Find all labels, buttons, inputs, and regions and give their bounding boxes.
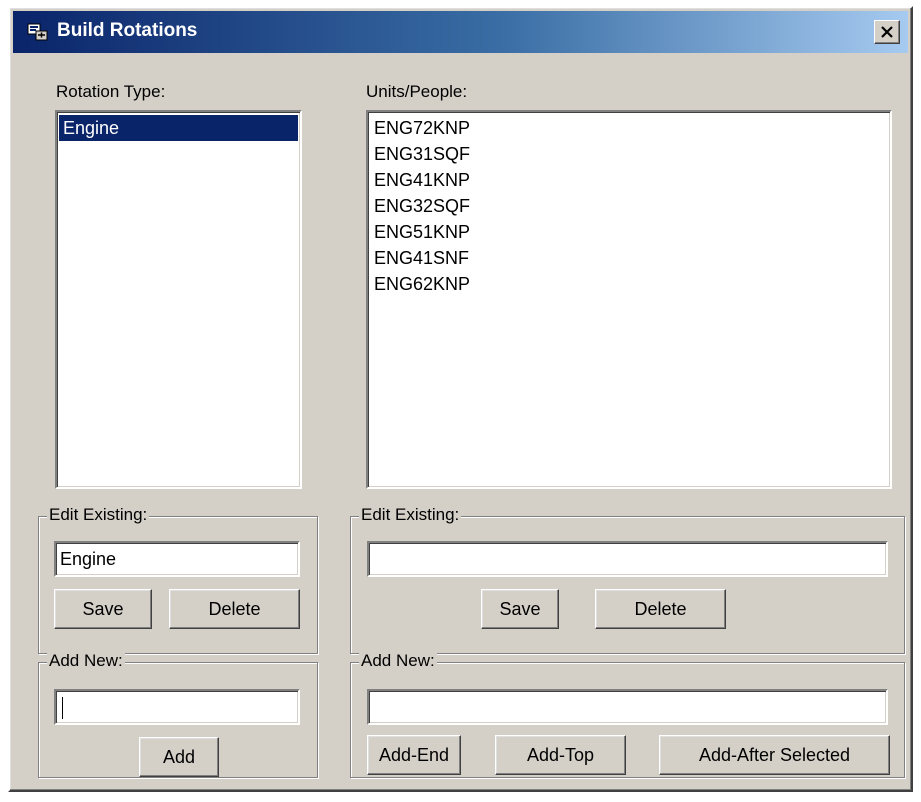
- list-item[interactable]: Engine: [59, 115, 298, 141]
- left-add-new-group: Add New: Add: [38, 651, 318, 778]
- build-rotations-dialog: Build Rotations Rotation Type: Engine Ed…: [8, 6, 913, 792]
- list-item[interactable]: ENG41SNF: [370, 245, 888, 271]
- unit-edit-field[interactable]: [367, 541, 888, 577]
- right-edit-existing-group: Edit Existing: Save Delete: [350, 505, 905, 654]
- rotation-type-edit-field[interactable]: [54, 541, 300, 577]
- group-legend: Edit Existing:: [47, 505, 150, 525]
- close-button[interactable]: [874, 20, 900, 44]
- rotation-type-save-button[interactable]: Save: [54, 589, 152, 629]
- list-item[interactable]: ENG72KNP: [370, 115, 888, 141]
- close-icon: [881, 26, 893, 38]
- list-item[interactable]: ENG31SQF: [370, 141, 888, 167]
- group-legend: Add New:: [359, 651, 437, 671]
- rotation-type-add-field[interactable]: [54, 689, 300, 725]
- text-caret: [62, 697, 63, 719]
- unit-save-button[interactable]: Save: [481, 589, 559, 629]
- unit-add-field[interactable]: [367, 689, 888, 725]
- rotation-type-label: Rotation Type:: [56, 82, 166, 101]
- rotation-type-list[interactable]: Engine: [55, 110, 302, 489]
- left-edit-existing-group: Edit Existing: Save Delete: [38, 505, 318, 654]
- list-item[interactable]: ENG32SQF: [370, 193, 888, 219]
- title-bar[interactable]: Build Rotations: [13, 11, 908, 53]
- add-top-button[interactable]: Add-Top: [495, 735, 626, 775]
- app-icon: [27, 23, 48, 41]
- add-end-button[interactable]: Add-End: [367, 735, 461, 775]
- rotation-type-delete-button[interactable]: Delete: [169, 589, 300, 629]
- list-item[interactable]: ENG51KNP: [370, 219, 888, 245]
- right-add-new-group: Add New: Add-End Add-Top Add-After Selec…: [350, 651, 905, 778]
- window-title: Build Rotations: [57, 20, 198, 41]
- list-item[interactable]: ENG41KNP: [370, 167, 888, 193]
- unit-delete-button[interactable]: Delete: [595, 589, 726, 629]
- group-legend: Add New:: [47, 651, 125, 671]
- rotation-type-add-button[interactable]: Add: [139, 737, 219, 777]
- units-people-label: Units/People:: [366, 82, 468, 101]
- units-people-list[interactable]: ENG72KNP ENG31SQF ENG41KNP ENG32SQF ENG5…: [366, 110, 892, 489]
- group-legend: Edit Existing:: [359, 505, 462, 525]
- add-after-selected-button[interactable]: Add-After Selected: [659, 735, 890, 775]
- list-item[interactable]: ENG62KNP: [370, 271, 888, 297]
